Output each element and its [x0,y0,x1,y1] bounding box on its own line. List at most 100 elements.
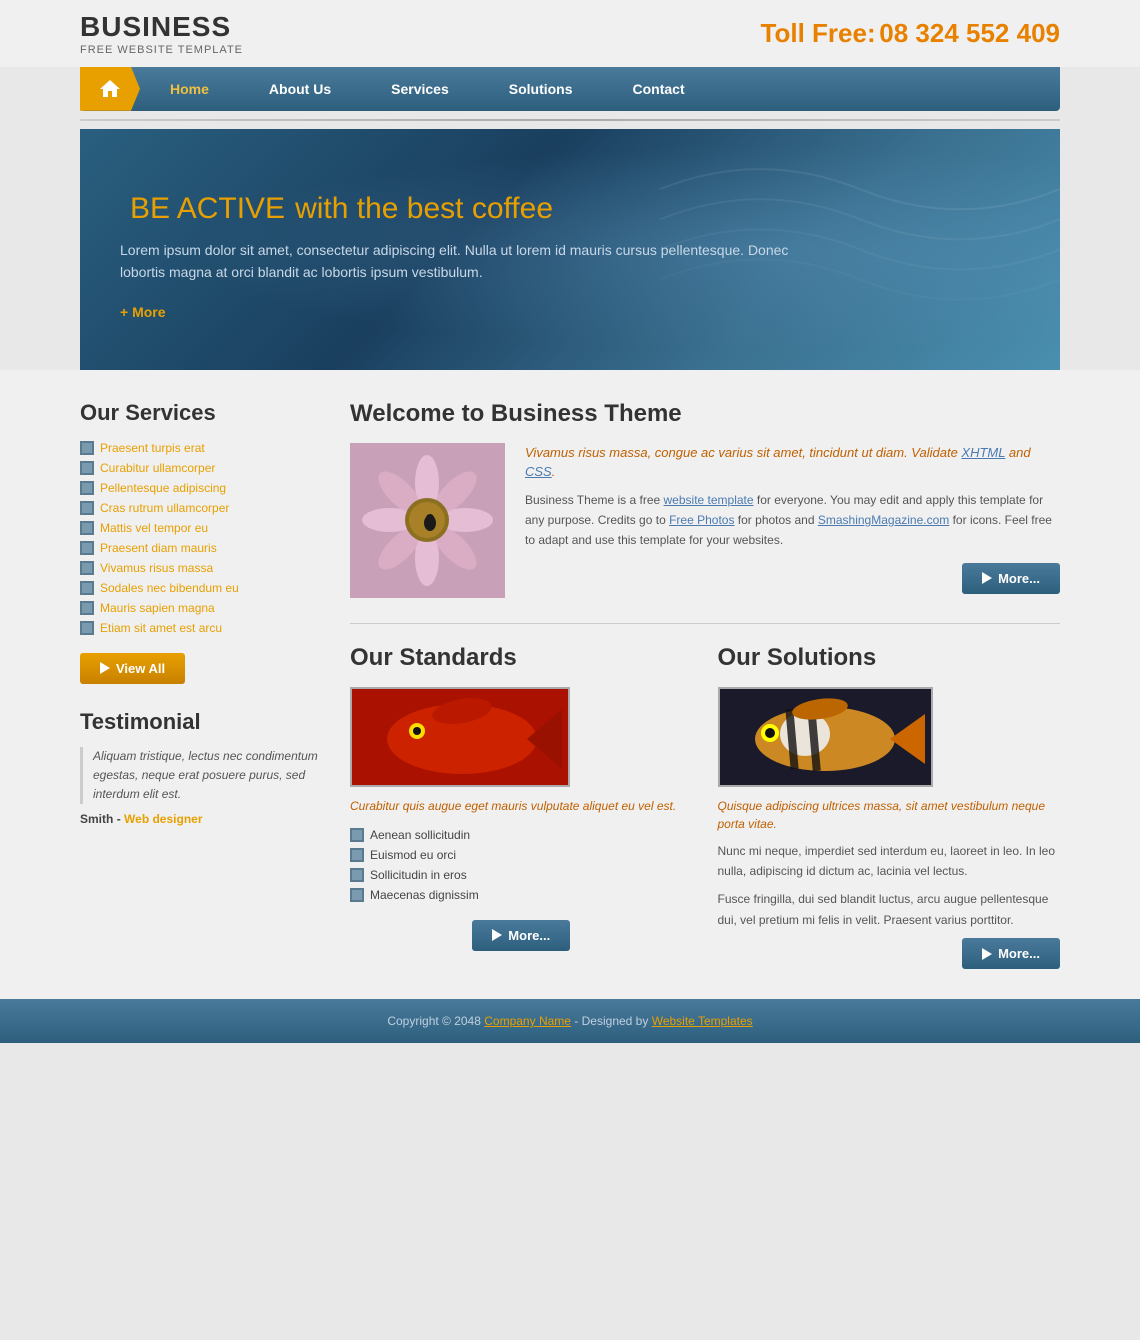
solutions-title: Our Solutions [718,644,1061,672]
welcome-more-button[interactable]: More... [962,563,1060,594]
hero-section: BE ACTIVE with the best coffee Lorem ipsu… [80,129,1060,370]
services-section: Our Services Praesent turpis eratCurabit… [80,400,320,684]
hero-more-anchor[interactable]: More [120,304,166,320]
welcome-body-text: Business Theme is a free website templat… [525,490,1060,551]
flower-image [350,443,505,598]
standard-list-item: Aenean sollicitudin [350,825,693,845]
tropical-fish-svg [720,689,933,787]
website-template-link[interactable]: website template [664,493,754,507]
hero-title: BE ACTIVE with the best coffee [120,179,1020,229]
footer: Copyright © 2048 Company Name - Designed… [0,999,1140,1043]
standards-image [350,687,570,787]
main-content: Our Services Praesent turpis eratCurabit… [0,370,1140,1000]
standards-more-label: More... [508,928,550,943]
nav-item-about[interactable]: About Us [239,67,361,111]
service-item-link[interactable]: Sodales nec bibendum eu [100,581,239,595]
home-svg [98,77,122,101]
nav-item-services[interactable]: Services [361,67,479,111]
footer-copyright: Copyright © 2048 [387,1014,481,1028]
logo-subtitle: FREE WEBSITE TEMPLATE [80,44,243,57]
sidebar: Our Services Praesent turpis eratCurabit… [80,400,320,970]
hero-title-main: BE ACTIVE [130,192,285,225]
solutions-body2: Fusce fringilla, dui sed blandit luctus,… [718,889,1061,930]
nav-link-about[interactable]: About Us [239,67,361,111]
service-item-link[interactable]: Cras rutrum ullamcorper [100,501,229,515]
standards-arrow-icon [492,929,502,941]
nav-link-solutions[interactable]: Solutions [479,67,603,111]
service-item-link[interactable]: Mauris sapien magna [100,601,215,615]
service-list-item[interactable]: Curabitur ullamcorper [80,458,320,478]
section-divider [350,623,1060,624]
standards-section: Our Standards Curabitu [350,644,693,970]
testimonial-section: Testimonial Aliquam tristique, lectus ne… [80,709,320,827]
service-item-link[interactable]: Praesent diam mauris [100,541,217,555]
solutions-image [718,687,933,787]
nav-link-services[interactable]: Services [361,67,479,111]
welcome-body: Vivamus risus massa, congue ac varius si… [350,443,1060,598]
hero-more-link[interactable]: More [120,304,1020,320]
welcome-section: Welcome to Business Theme [350,400,1060,598]
toll-free-number: 08 324 552 409 [879,18,1060,48]
nav-link-home[interactable]: Home [140,67,239,111]
content-area: Welcome to Business Theme [350,400,1060,970]
solutions-more-label: More... [998,946,1040,961]
testimonial-author: Smith - Web designer [80,812,320,826]
service-list-item[interactable]: Praesent turpis erat [80,438,320,458]
standards-italic: Curabitur quis augue eget mauris vulputa… [350,797,693,815]
standards-title: Our Standards [350,644,693,672]
service-item-link[interactable]: Mattis vel tempor eu [100,521,208,535]
welcome-title: Welcome to Business Theme [350,400,1060,428]
welcome-italic: Vivamus risus massa, congue ac varius si… [525,443,1060,482]
company-name-link[interactable]: Company Name [484,1014,571,1028]
standards-more-button[interactable]: More... [472,920,570,951]
service-list-item[interactable]: Praesent diam mauris [80,538,320,558]
nav-item-solutions[interactable]: Solutions [479,67,603,111]
standard-list-item: Sollicitudin in eros [350,865,693,885]
hero-title-accent: with the best coffee [295,192,553,225]
css-link[interactable]: CSS [525,464,552,479]
nav-item-home[interactable]: Home [140,67,239,111]
free-photos-link[interactable]: Free Photos [669,513,734,527]
service-item-link[interactable]: Praesent turpis erat [100,441,205,455]
toll-free-label: Toll Free: [761,18,876,48]
nav-item-contact[interactable]: Contact [603,67,715,111]
solutions-arrow-icon [982,948,992,960]
view-all-button[interactable]: View All [80,653,185,684]
standard-list-item: Maecenas dignissim [350,885,693,905]
testimonial-text: Aliquam tristique, lectus nec condimentu… [80,747,320,805]
service-item-link[interactable]: Pellentesque adipiscing [100,481,226,495]
service-list-item[interactable]: Pellentesque adipiscing [80,478,320,498]
services-list: Praesent turpis erat Curabitur ullamcorpe… [80,438,320,638]
view-all-label: View All [116,661,165,676]
service-item-link[interactable]: Vivamus risus massa [100,561,213,575]
welcome-more-label: More... [998,571,1040,586]
logo: BUSINESS FREE WEBSITE TEMPLATE [80,10,243,57]
footer-designed-label: Designed by [582,1014,649,1028]
footer-designed-by: - [574,1014,581,1028]
service-item-link[interactable]: Etiam sit amet est arcu [100,621,222,635]
service-list-item[interactable]: Etiam sit amet est arcu [80,618,320,638]
website-templates-link[interactable]: Website Templates [652,1014,753,1028]
service-list-item[interactable]: Mattis vel tempor eu [80,518,320,538]
service-list-item[interactable]: Vivamus risus massa [80,558,320,578]
solutions-body1: Nunc mi neque, imperdiet sed interdum eu… [718,841,1061,882]
standard-list-item: Euismod eu orci [350,845,693,865]
home-icon[interactable] [80,67,140,111]
service-list-item[interactable]: Sodales nec bibendum eu [80,578,320,598]
nav-link-contact[interactable]: Contact [603,67,715,111]
solutions-section: Our Solutions [718,644,1061,970]
nav-list: Home About Us Services Solutions Contact [140,67,1060,111]
toll-free: Toll Free: 08 324 552 409 [761,18,1060,49]
service-item-link[interactable]: Curabitur ullamcorper [100,461,215,475]
red-fish-svg [352,689,570,787]
smashing-link[interactable]: SmashingMagazine.com [818,513,949,527]
service-list-item[interactable]: Cras rutrum ullamcorper [80,498,320,518]
xhtml-link[interactable]: XHTML [961,445,1005,460]
service-list-item[interactable]: Mauris sapien magna [80,598,320,618]
solutions-more-button[interactable]: More... [962,938,1060,969]
author-role-link[interactable]: Web designer [124,812,202,826]
welcome-italic-text: Vivamus risus massa, congue ac varius si… [525,445,1031,480]
hero-description: Lorem ipsum dolor sit amet, consectetur … [120,239,800,284]
separator [80,119,1060,121]
view-all-arrow-icon [100,662,110,674]
